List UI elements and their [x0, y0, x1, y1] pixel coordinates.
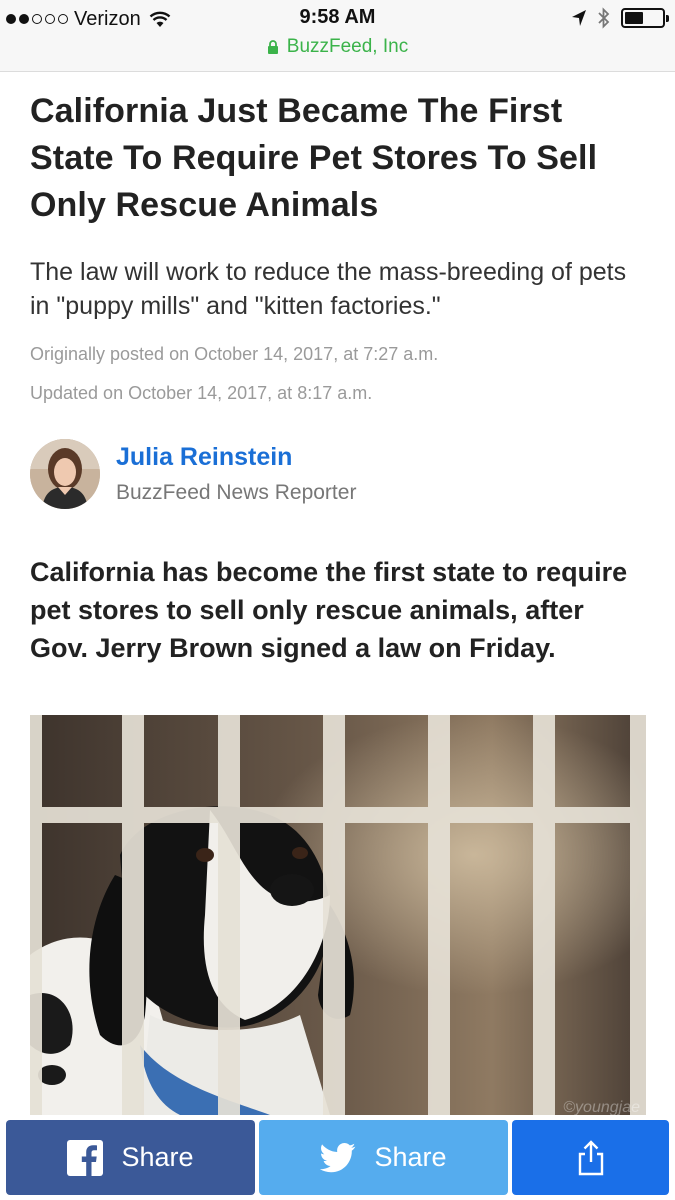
article-lede: California has become the first state to…: [30, 557, 628, 663]
author-role: BuzzFeed News Reporter: [116, 481, 357, 504]
address-bar[interactable]: BuzzFeed, Inc: [0, 36, 675, 58]
facebook-share-label: Share: [121, 1142, 194, 1172]
article-photo: ©youngjae: [30, 715, 646, 1115]
article-subtitle: The law will work to reduce the mass-bre…: [30, 258, 627, 320]
twitter-share-label: Share: [374, 1142, 447, 1172]
headline: California Just Became The First State T…: [30, 92, 598, 224]
more-share-button[interactable]: [512, 1120, 669, 1195]
twitter-share-button[interactable]: Share: [259, 1120, 508, 1195]
status-icons: [571, 7, 669, 29]
site-name: BuzzFeed, Inc: [286, 36, 409, 57]
bluetooth-icon: [598, 7, 610, 29]
article: California Just Became The First State T…: [30, 88, 645, 667]
byline: Julia Reinstein BuzzFeed News Reporter: [30, 438, 645, 510]
status-bar: Verizon 9:58 AM BuzzFeed, Inc: [0, 0, 675, 72]
author-name-link[interactable]: Julia Reinstein: [116, 443, 356, 472]
updated-timestamp: Updated on October 14, 2017, at 8:17 a.m…: [30, 383, 373, 403]
location-arrow-icon: [572, 10, 586, 26]
posted-timestamp: Originally posted on October 14, 2017, a…: [30, 344, 439, 364]
facebook-share-button[interactable]: Share: [6, 1120, 255, 1195]
dog-behind-bars-image: [30, 715, 646, 1115]
battery-icon: [621, 8, 669, 28]
author-avatar[interactable]: [30, 439, 100, 509]
share-icon: [578, 1139, 603, 1175]
lock-icon: [267, 40, 278, 54]
share-bar: Share Share: [0, 1115, 675, 1200]
photo-credit: ©youngjae: [563, 1099, 640, 1115]
facebook-icon: [67, 1139, 104, 1176]
twitter-icon: [320, 1142, 356, 1172]
